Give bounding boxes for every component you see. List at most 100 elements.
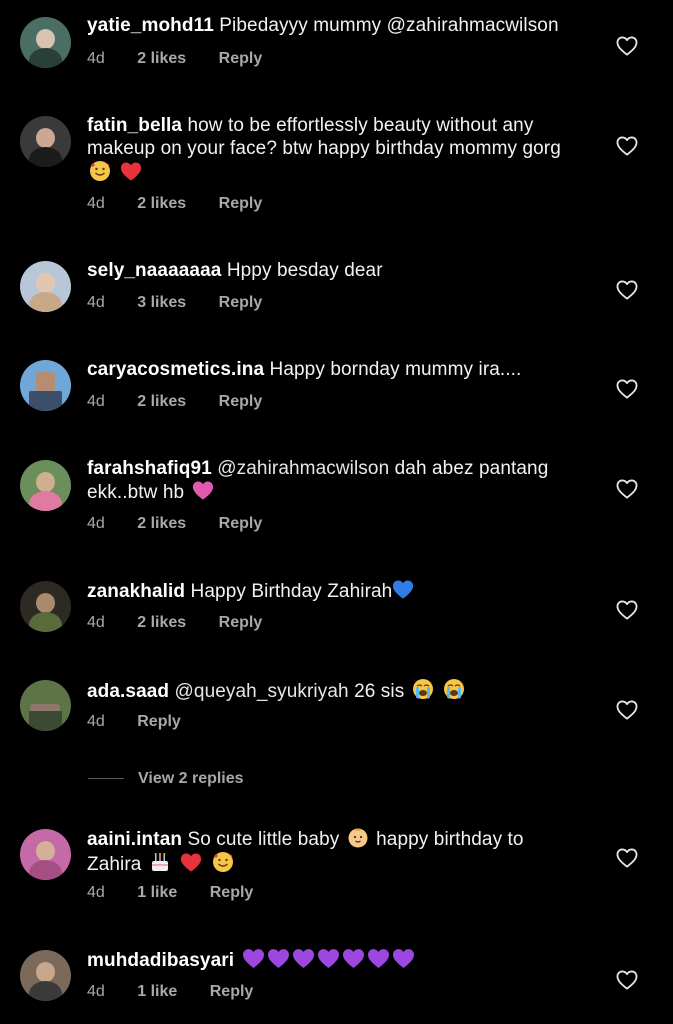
smiling-face-with-hearts-emoji — [90, 161, 111, 181]
reply-button[interactable]: Reply — [219, 393, 263, 411]
reply-button[interactable]: Reply — [210, 983, 254, 1001]
comment-text: yatie_mohd11 Pibedayyy mummy @zahirahmac… — [87, 14, 587, 37]
purple-hearts-row — [240, 950, 416, 971]
like-heart-icon[interactable] — [616, 36, 638, 56]
username[interactable]: caryacosmetics.ina — [87, 359, 264, 380]
purple-heart-emoji — [242, 948, 265, 969]
purple-heart-emoji — [367, 948, 390, 969]
avatar[interactable] — [20, 950, 71, 1001]
avatar[interactable] — [20, 261, 71, 312]
timestamp: 4d — [87, 294, 105, 311]
username[interactable]: farahshafiq91 — [87, 458, 212, 479]
comment-body: So cute little baby — [187, 829, 340, 850]
avatar[interactable] — [20, 17, 71, 68]
like-heart-icon[interactable] — [616, 479, 638, 499]
timestamp: 4d — [87, 393, 105, 410]
comment-meta: 4d 2 likes Reply — [87, 195, 290, 213]
username[interactable]: ada.saad — [87, 681, 169, 702]
username[interactable]: sely_naaaaaaa — [87, 260, 221, 281]
mention-link[interactable]: @zahirahmacwilson — [217, 458, 389, 479]
like-heart-icon[interactable] — [616, 280, 638, 300]
reply-button[interactable]: Reply — [137, 713, 181, 731]
loudly-crying-face-emoji — [444, 679, 465, 699]
comment-text: caryacosmetics.ina Happy bornday mummy i… — [87, 358, 587, 381]
baby-emoji — [348, 828, 368, 848]
blue-heart-emoji — [392, 579, 414, 600]
timestamp: 4d — [87, 195, 105, 212]
likes-count[interactable]: 1 like — [137, 884, 177, 902]
likes-count[interactable]: 1 like — [137, 983, 177, 1001]
timestamp: 4d — [87, 884, 105, 901]
comment-text: sely_naaaaaaa Hppy besday dear — [87, 259, 587, 282]
comment-body: 26 sis — [354, 681, 405, 702]
avatar[interactable] — [20, 116, 71, 167]
comment-meta: 4d 1 like Reply — [87, 983, 281, 1001]
purple-heart-emoji — [317, 948, 340, 969]
username[interactable]: zanakhalid — [87, 581, 185, 602]
avatar[interactable] — [20, 829, 71, 880]
reply-button[interactable]: Reply — [210, 884, 254, 902]
comment-meta: 4d Reply — [87, 713, 209, 731]
timestamp: 4d — [87, 983, 105, 1000]
comment-body: Happy bornday mummy ira.... — [269, 359, 522, 380]
comment-text: muhdadibasyari — [87, 948, 587, 972]
comment-meta: 4d 2 likes Reply — [87, 393, 290, 411]
like-heart-icon[interactable] — [616, 848, 638, 868]
comment-text: fatin_bella how to be effortlessly beaut… — [87, 114, 567, 185]
likes-count[interactable]: 2 likes — [137, 195, 186, 213]
comment-text: zanakhalid Happy Birthday Zahirah — [87, 579, 587, 603]
reply-button[interactable]: Reply — [219, 195, 263, 213]
purple-heart-emoji — [292, 948, 315, 969]
comment-text: aaini.intan So cute little baby happy bi… — [87, 826, 577, 876]
growing-heart-emoji — [192, 480, 214, 501]
red-heart-emoji — [180, 852, 202, 873]
username[interactable]: fatin_bella — [87, 115, 182, 136]
username[interactable]: muhdadibasyari — [87, 950, 234, 971]
likes-count[interactable]: 2 likes — [137, 50, 186, 68]
avatar[interactable] — [20, 360, 71, 411]
like-heart-icon[interactable] — [616, 700, 638, 720]
likes-count[interactable]: 2 likes — [137, 515, 186, 533]
timestamp: 4d — [87, 50, 105, 67]
mention-link[interactable]: @queyah_syukriyah — [175, 681, 349, 702]
comment-meta: 4d 2 likes Reply — [87, 50, 290, 68]
reply-button[interactable]: Reply — [219, 50, 263, 68]
timestamp: 4d — [87, 515, 105, 532]
reply-button[interactable]: Reply — [219, 614, 263, 632]
likes-count[interactable]: 2 likes — [137, 614, 186, 632]
timestamp: 4d — [87, 713, 105, 730]
purple-heart-emoji — [342, 948, 365, 969]
comment-text: farahshafiq91 @zahirahmacwilson dah abez… — [87, 457, 587, 504]
avatar[interactable] — [20, 581, 71, 632]
smiling-face-with-hearts-emoji — [212, 852, 234, 872]
username[interactable]: aaini.intan — [87, 829, 182, 850]
loudly-crying-face-emoji — [412, 679, 433, 699]
comment-body: Happy Birthday Zahirah — [190, 581, 393, 602]
comment-body: Pibedayyy mummy @zahirahmacwilson — [219, 15, 559, 36]
comment-meta: 4d 1 like Reply — [87, 884, 281, 902]
like-heart-icon[interactable] — [616, 970, 638, 990]
likes-count[interactable]: 2 likes — [137, 393, 186, 411]
comment-meta: 4d 2 likes Reply — [87, 515, 290, 533]
view-replies-label: View 2 replies — [138, 770, 244, 787]
avatar[interactable] — [20, 680, 71, 731]
like-heart-icon[interactable] — [616, 379, 638, 399]
username[interactable]: yatie_mohd11 — [87, 15, 214, 36]
comment-meta: 4d 2 likes Reply — [87, 614, 290, 632]
avatar[interactable] — [20, 460, 71, 511]
purple-heart-emoji — [392, 948, 415, 969]
view-replies-button[interactable]: View 2 replies — [88, 770, 244, 788]
reply-button[interactable]: Reply — [219, 515, 263, 533]
purple-heart-emoji — [267, 948, 290, 969]
comment-meta: 4d 3 likes Reply — [87, 294, 290, 312]
like-heart-icon[interactable] — [616, 136, 638, 156]
replies-divider — [88, 778, 124, 780]
birthday-cake-emoji — [151, 853, 168, 871]
timestamp: 4d — [87, 614, 105, 631]
likes-count[interactable]: 3 likes — [137, 294, 186, 312]
reply-button[interactable]: Reply — [219, 294, 263, 312]
comment-text: ada.saad @queyah_syukriyah 26 sis — [87, 678, 587, 703]
comment-body: Hppy besday dear — [226, 260, 383, 281]
red-heart-emoji — [120, 161, 142, 182]
like-heart-icon[interactable] — [616, 600, 638, 620]
